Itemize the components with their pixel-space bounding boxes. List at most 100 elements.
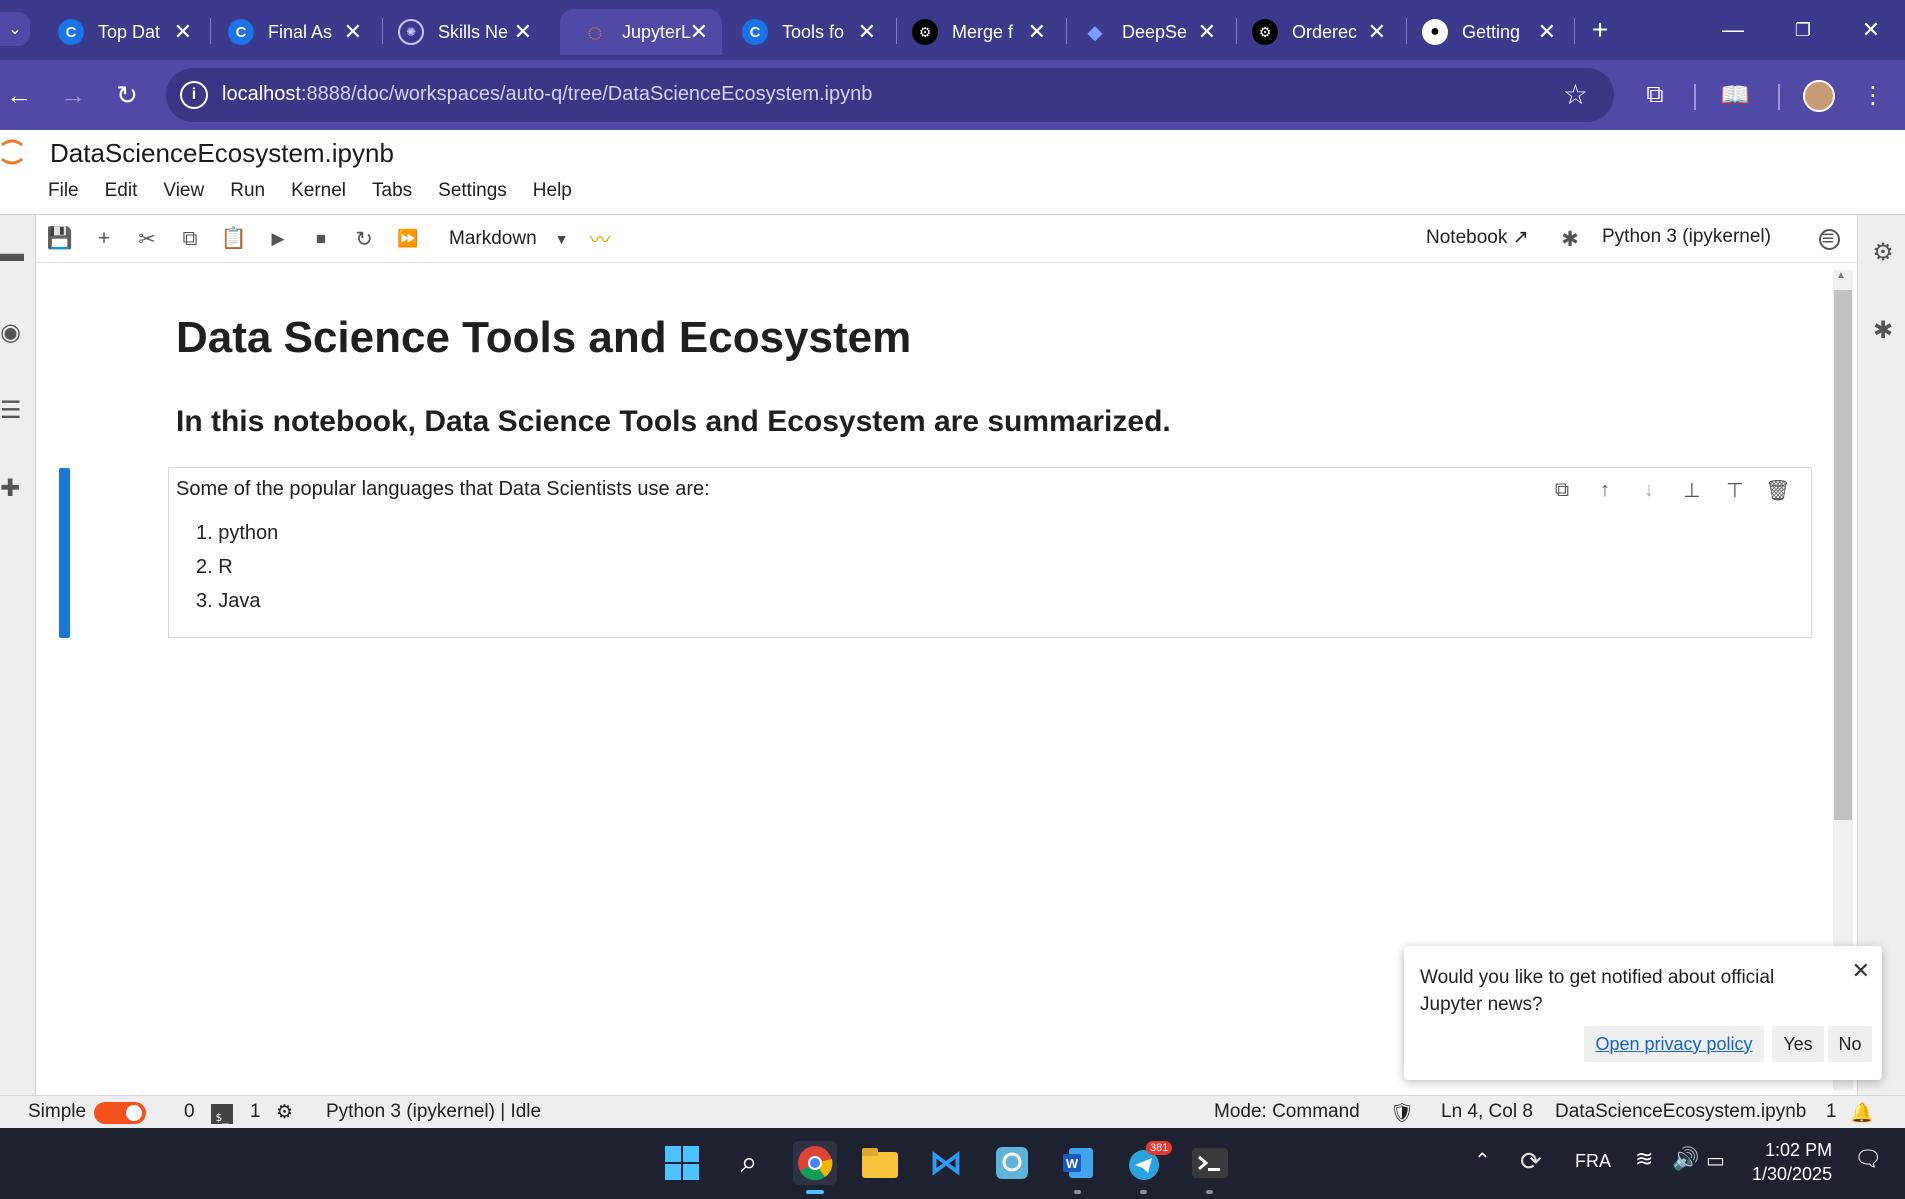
back-arrow-icon[interactable]: ← — [2, 78, 36, 112]
clock[interactable]: 1:02 PM 1/30/2025 — [1752, 1138, 1832, 1186]
sync-icon[interactable]: ⟳ — [1520, 1146, 1542, 1177]
site-info-icon[interactable]: i — [180, 81, 208, 109]
restore-window-icon[interactable]: ❐ — [1778, 10, 1828, 50]
volume-icon[interactable]: 🔊 — [1672, 1146, 1699, 1172]
open-notebook-link[interactable]: Notebook ↗ — [1426, 226, 1529, 249]
browser-tab[interactable]: ⚙ Merge f ✕ — [890, 9, 1060, 55]
browser-tab[interactable]: ⚙ Orderec ✕ — [1230, 9, 1400, 55]
cursor-position[interactable]: Ln 4, Col 8 — [1441, 1101, 1533, 1123]
browser-tab[interactable]: C Tools fo ✕ — [720, 9, 890, 55]
browser-tab[interactable]: ✺ Skills Ne ✕ — [376, 9, 546, 55]
menu-edit[interactable]: Edit — [105, 180, 138, 210]
folder-icon[interactable]: ▬ — [0, 240, 26, 267]
kernels-count[interactable]: 1 — [250, 1101, 261, 1123]
close-icon[interactable]: ✕ — [344, 19, 362, 45]
browser-tab[interactable]: ◆ DeepSe ✕ — [1060, 9, 1230, 55]
browser-tab-active[interactable]: ◌ JupyterL ✕ — [560, 9, 722, 55]
copy-icon[interactable]: ⧉ — [176, 225, 204, 253]
cut-icon[interactable]: ✂ — [133, 225, 161, 253]
bell-icon[interactable]: 🔔 — [1850, 1101, 1874, 1125]
browser-tab[interactable]: C Final As ✕ — [206, 9, 376, 55]
debugger-icon[interactable]: ✱ — [1868, 315, 1898, 345]
close-icon[interactable]: ✕ — [1368, 19, 1386, 45]
menu-hamburger-icon[interactable]: ≡ — [1814, 225, 1842, 253]
profile-avatar[interactable] — [1803, 80, 1835, 112]
no-button[interactable]: No — [1828, 1026, 1872, 1062]
forward-arrow-icon[interactable]: → — [56, 78, 90, 112]
minimize-window-icon[interactable]: — — [1708, 10, 1758, 50]
notification-count[interactable]: 1 — [1826, 1101, 1837, 1123]
search-icon[interactable]: ⌕ — [727, 1141, 771, 1185]
kernel-name[interactable]: Python 3 (ipykernel) — [1602, 226, 1771, 248]
vscode-icon[interactable]: ⋈ — [924, 1141, 968, 1185]
scrollbar-thumb[interactable] — [1834, 290, 1852, 820]
chrome-taskbar-icon[interactable] — [793, 1141, 837, 1194]
active-cell-indicator[interactable] — [59, 468, 70, 638]
app-icon[interactable] — [990, 1141, 1034, 1185]
debugger-toggle-icon[interactable]: ✱ — [1556, 225, 1584, 253]
bookmark-star-icon[interactable]: ☆ — [1563, 78, 1588, 111]
close-icon[interactable]: ✕ — [174, 19, 192, 45]
menu-run[interactable]: Run — [230, 180, 265, 210]
reload-icon[interactable]: ↻ — [110, 78, 144, 112]
menu-tabs[interactable]: Tabs — [372, 180, 412, 210]
browser-tab[interactable]: ● Getting ✕ — [1400, 9, 1570, 55]
windows-start-icon[interactable] — [660, 1141, 704, 1185]
language-indicator[interactable]: FRA — [1575, 1151, 1611, 1172]
close-icon[interactable]: ✕ — [1198, 19, 1216, 45]
run-icon[interactable]: ▶ — [264, 225, 292, 253]
new-tab-button[interactable]: + — [1575, 10, 1625, 50]
table-of-contents-icon[interactable]: ☰ — [0, 397, 26, 424]
extension-manager-icon[interactable]: ✚ — [0, 475, 26, 502]
menu-kernel[interactable]: Kernel — [291, 180, 346, 210]
move-down-icon[interactable]: ↓ — [1635, 476, 1663, 504]
telegram-icon[interactable]: 381 — [1122, 1141, 1173, 1194]
close-icon[interactable]: ✕ — [1852, 958, 1870, 984]
word-icon[interactable]: W — [1056, 1141, 1100, 1194]
activity-icon[interactable]: 〰 — [586, 225, 614, 253]
tab-search-button[interactable]: ⌄ — [0, 12, 30, 46]
terminals-count[interactable]: 0 — [184, 1101, 195, 1123]
open-privacy-policy-button[interactable]: Open privacy policy — [1584, 1026, 1764, 1062]
notification-center-icon[interactable]: 🗨 — [1854, 1146, 1882, 1172]
paste-icon[interactable]: 📋 — [220, 225, 248, 253]
close-window-icon[interactable]: ✕ — [1846, 10, 1896, 50]
browser-tab[interactable]: C Top Dat ✕ — [36, 9, 206, 55]
address-bar[interactable]: i localhost:8888/doc/workspaces/auto-q/t… — [166, 68, 1614, 122]
extensions-icon[interactable]: ⧉ — [1638, 78, 1672, 112]
scroll-up-arrow-icon[interactable]: ▲ — [1836, 270, 1846, 281]
insert-cell-icon[interactable]: + — [90, 225, 118, 253]
stop-icon[interactable]: ■ — [307, 225, 335, 253]
reading-mode-icon[interactable]: 📖 — [1718, 78, 1752, 112]
more-menu-icon[interactable]: ⋮ — [1856, 78, 1890, 112]
close-icon[interactable]: ✕ — [514, 19, 532, 45]
insert-below-icon[interactable]: ⊥ — [1678, 476, 1706, 504]
wifi-icon[interactable]: ≋ — [1635, 1146, 1653, 1172]
close-icon[interactable]: ✕ — [1538, 19, 1556, 45]
cell-type-select[interactable]: Markdown ▼ — [449, 225, 569, 253]
close-icon[interactable]: ✕ — [1028, 19, 1046, 45]
move-up-icon[interactable]: ↑ — [1591, 476, 1619, 504]
insert-above-icon[interactable]: ⊤ — [1721, 476, 1749, 504]
run-all-icon[interactable]: ⏩ — [394, 225, 422, 253]
menu-settings[interactable]: Settings — [438, 180, 507, 210]
markdown-cell[interactable]: Some of the popular languages that Data … — [168, 467, 1812, 638]
kernel-status-text[interactable]: Python 3 (ipykernel) | Idle — [326, 1101, 541, 1123]
kernel-chip-icon[interactable]: ⚙ — [276, 1101, 293, 1124]
terminal-icon[interactable]: $_ — [211, 1104, 233, 1124]
property-inspector-icon[interactable]: ⚙ — [1868, 237, 1898, 267]
yes-button[interactable]: Yes — [1772, 1026, 1824, 1062]
simple-mode-toggle[interactable] — [94, 1102, 146, 1124]
url-text[interactable]: localhost:8888/doc/workspaces/auto-q/tre… — [222, 83, 872, 106]
battery-icon[interactable]: ▭ — [1706, 1148, 1725, 1173]
running-sessions-icon[interactable]: ◉ — [0, 319, 26, 346]
delete-cell-icon[interactable]: 🗑 — [1764, 476, 1792, 504]
save-icon[interactable]: 💾 — [46, 225, 74, 253]
shield-check-icon[interactable]: 🛡 — [1390, 1101, 1414, 1125]
duplicate-cell-icon[interactable]: ⧉ — [1548, 476, 1576, 504]
menu-view[interactable]: View — [163, 180, 204, 210]
menu-help[interactable]: Help — [533, 180, 572, 210]
chevron-up-icon[interactable]: ⌃ — [1474, 1148, 1491, 1173]
terminal-taskbar-icon[interactable] — [1188, 1141, 1232, 1194]
menu-file[interactable]: File — [48, 180, 79, 210]
